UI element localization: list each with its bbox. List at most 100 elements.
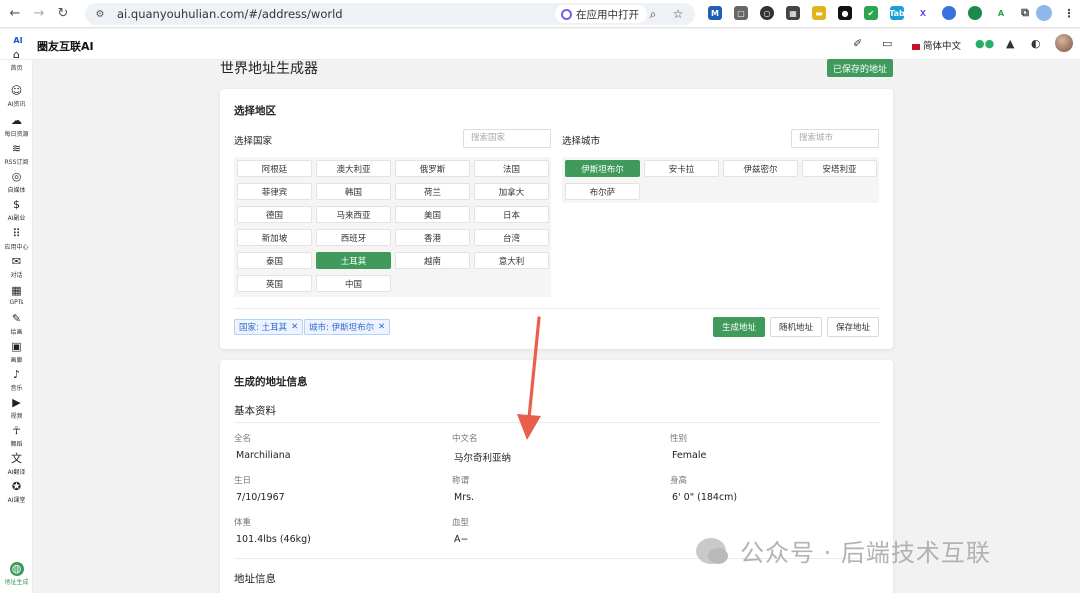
sidebar-item-globe[interactable]: ◍ 地址生成 bbox=[0, 562, 33, 590]
sidebar-item-translate[interactable]: 文 AI翻译 bbox=[0, 452, 33, 480]
profile-icon[interactable] bbox=[1036, 5, 1052, 21]
broom-icon[interactable]: ✐ bbox=[853, 37, 862, 50]
language-selector[interactable]: 简体中文 bbox=[912, 38, 961, 52]
country-search-input[interactable]: 搜索国家 bbox=[463, 129, 551, 148]
dollar-icon: $ bbox=[13, 198, 20, 211]
country-chip[interactable]: 阿根廷 bbox=[237, 160, 312, 177]
sidebar-item-palette[interactable]: ✎ 绘画 bbox=[0, 312, 33, 340]
field-label: 中文名 bbox=[452, 434, 478, 444]
country-chip[interactable]: 英国 bbox=[237, 275, 312, 292]
sidebar-item-dollar[interactable]: $ AI副业 bbox=[0, 198, 33, 226]
sidebar-item-chat[interactable]: ✉ 对话 bbox=[0, 255, 33, 283]
extension-circle-icon[interactable]: ○ bbox=[760, 6, 774, 20]
field-value: 6' 0" (184cm) bbox=[672, 492, 738, 503]
city-chip[interactable]: 安卡拉 bbox=[644, 160, 719, 177]
country-chip[interactable]: 德国 bbox=[237, 206, 312, 223]
close-icon[interactable]: ✕ bbox=[291, 322, 298, 332]
sidebar-item-music[interactable]: ♪ 音乐 bbox=[0, 368, 33, 396]
extensions-puzzle-icon[interactable]: ⧉ bbox=[1018, 6, 1032, 20]
sidebar-item-store[interactable]: ▦ GPTs bbox=[0, 284, 33, 312]
browser-menu-icon[interactable]: ⋮ bbox=[1062, 6, 1076, 20]
sidebar-item-dance[interactable]: ☥ 舞蹈 bbox=[0, 424, 33, 452]
store-icon: ▦ bbox=[11, 284, 22, 297]
extension-shield-icon[interactable]: ✔ bbox=[864, 6, 878, 20]
palette-icon: ✎ bbox=[11, 312, 22, 325]
music-icon: ♪ bbox=[12, 368, 21, 381]
country-chip[interactable]: 泰国 bbox=[237, 252, 312, 269]
close-icon[interactable]: ✕ bbox=[378, 322, 385, 332]
country-chip[interactable]: 美国 bbox=[395, 206, 470, 223]
theme-toggle-icon[interactable]: ◐ bbox=[1031, 37, 1041, 50]
notification-bell-icon[interactable]: ▲ bbox=[1006, 37, 1014, 50]
sidebar-item-rss[interactable]: ≋ RSS订阅 bbox=[0, 142, 33, 170]
country-chip[interactable]: 越南 bbox=[395, 252, 470, 269]
extension-qr-icon[interactable]: ▦ bbox=[786, 6, 800, 20]
sidebar-item-label: 舞蹈 bbox=[10, 441, 23, 448]
country-chip[interactable]: 台湾 bbox=[474, 229, 549, 246]
extension-ghost-icon[interactable]: ● bbox=[838, 6, 852, 20]
city-grid: 伊斯坦布尔 安卡拉 伊兹密尔 安塔利亚布尔萨 bbox=[562, 157, 879, 203]
bookmark-star-icon[interactable]: ☆ bbox=[670, 6, 686, 22]
sidebar-item-cloud-download[interactable]: ☁ 每日资源 bbox=[0, 114, 33, 142]
home-icon: ⌂ bbox=[13, 48, 20, 61]
flag-icon bbox=[912, 43, 920, 50]
sidebar-item-robot[interactable]: ☺ AI资讯 bbox=[0, 84, 33, 112]
extension-dot-icon[interactable] bbox=[942, 6, 956, 20]
sidebar-item-video[interactable]: ▶ 视频 bbox=[0, 396, 33, 424]
country-chip[interactable]: 俄罗斯 bbox=[395, 160, 470, 177]
monitor-icon[interactable]: ▭ bbox=[882, 37, 892, 50]
country-grid: 阿根廷 澳大利亚 俄罗斯 法国菲律宾 韩国 荷兰 加拿大德国 马来西亚 美国 日本新加坡 西班牙 香港… bbox=[234, 157, 551, 297]
extension-x-icon[interactable]: X bbox=[916, 6, 930, 20]
extension-tab-icon[interactable]: Tab bbox=[889, 6, 905, 20]
save-address-button[interactable]: 保存地址 bbox=[827, 317, 879, 337]
watermark-text: 公众号 · 后端技术互联 bbox=[740, 539, 991, 567]
extension-green-icon[interactable] bbox=[968, 6, 982, 20]
random-address-button[interactable]: 随机地址 bbox=[770, 317, 822, 337]
country-chip[interactable]: 日本 bbox=[474, 206, 549, 223]
reload-icon[interactable]: ↻ bbox=[54, 5, 72, 23]
city-tag-label: 城市: 伊斯坦布尔 bbox=[309, 323, 375, 333]
sidebar-item-apps-grid[interactable]: ⠿ 应用中心 bbox=[0, 227, 33, 255]
address-bar[interactable]: ⚙ ai.quanyouhulian.com/#/address/world 在… bbox=[85, 3, 695, 25]
open-in-app-button[interactable]: 在应用中打开 bbox=[555, 5, 647, 23]
sidebar-item-home[interactable]: ⌂ 首页 bbox=[0, 48, 33, 76]
wechat-icon[interactable]: ●● bbox=[975, 37, 994, 50]
country-chip[interactable]: 香港 bbox=[395, 229, 470, 246]
country-chip[interactable]: 荷兰 bbox=[395, 183, 470, 200]
generate-address-button[interactable]: 生成地址 bbox=[713, 317, 765, 337]
back-arrow-icon[interactable]: ← bbox=[6, 5, 24, 23]
country-chip[interactable]: 菲律宾 bbox=[237, 183, 312, 200]
country-chip[interactable]: 中国 bbox=[316, 275, 391, 292]
extension-folder-icon[interactable]: ▬ bbox=[812, 6, 826, 20]
country-chip[interactable]: 意大利 bbox=[474, 252, 549, 269]
avatar[interactable] bbox=[1055, 34, 1073, 52]
forward-arrow-icon[interactable]: → bbox=[30, 5, 48, 23]
site-settings-icon[interactable]: ⚙ bbox=[91, 5, 109, 23]
city-chip[interactable]: 伊斯坦布尔 bbox=[565, 160, 640, 177]
sidebar-item-image[interactable]: ▣ 画廊 bbox=[0, 340, 33, 368]
sidebar-item-broadcast[interactable]: ◎ 自媒体 bbox=[0, 170, 33, 198]
zoom-icon[interactable]: ⌕ bbox=[645, 6, 661, 22]
watermark: 公众号 · 后端技术互联 bbox=[696, 533, 991, 568]
city-search-input[interactable]: 搜索城市 bbox=[791, 129, 879, 148]
city-chip[interactable]: 安塔利亚 bbox=[802, 160, 877, 177]
saved-addresses-button[interactable]: 已保存的地址 bbox=[827, 59, 893, 77]
city-chip[interactable]: 布尔萨 bbox=[565, 183, 640, 200]
country-chip[interactable]: 土耳其 bbox=[316, 252, 391, 269]
country-chip[interactable]: 新加坡 bbox=[237, 229, 312, 246]
country-chip[interactable]: 澳大利亚 bbox=[316, 160, 391, 177]
extension-m-icon[interactable]: M bbox=[708, 6, 722, 20]
country-chip[interactable]: 西班牙 bbox=[316, 229, 391, 246]
extension-copy-icon[interactable]: ▢ bbox=[734, 6, 748, 20]
city-label: 选择城市 bbox=[562, 136, 601, 147]
country-chip[interactable]: 加拿大 bbox=[474, 183, 549, 200]
country-tag[interactable]: 国家: 土耳其 ✕ bbox=[234, 319, 304, 335]
sidebar-item-graduation-cap[interactable]: ✪ AI课堂 bbox=[0, 480, 33, 508]
city-chip[interactable]: 伊兹密尔 bbox=[723, 160, 798, 177]
robot-icon: ☺ bbox=[10, 84, 23, 97]
extension-a-icon[interactable]: A bbox=[994, 6, 1008, 20]
country-chip[interactable]: 韩国 bbox=[316, 183, 391, 200]
city-tag[interactable]: 城市: 伊斯坦布尔 ✕ bbox=[304, 319, 391, 335]
country-chip[interactable]: 法国 bbox=[474, 160, 549, 177]
country-chip[interactable]: 马来西亚 bbox=[316, 206, 391, 223]
